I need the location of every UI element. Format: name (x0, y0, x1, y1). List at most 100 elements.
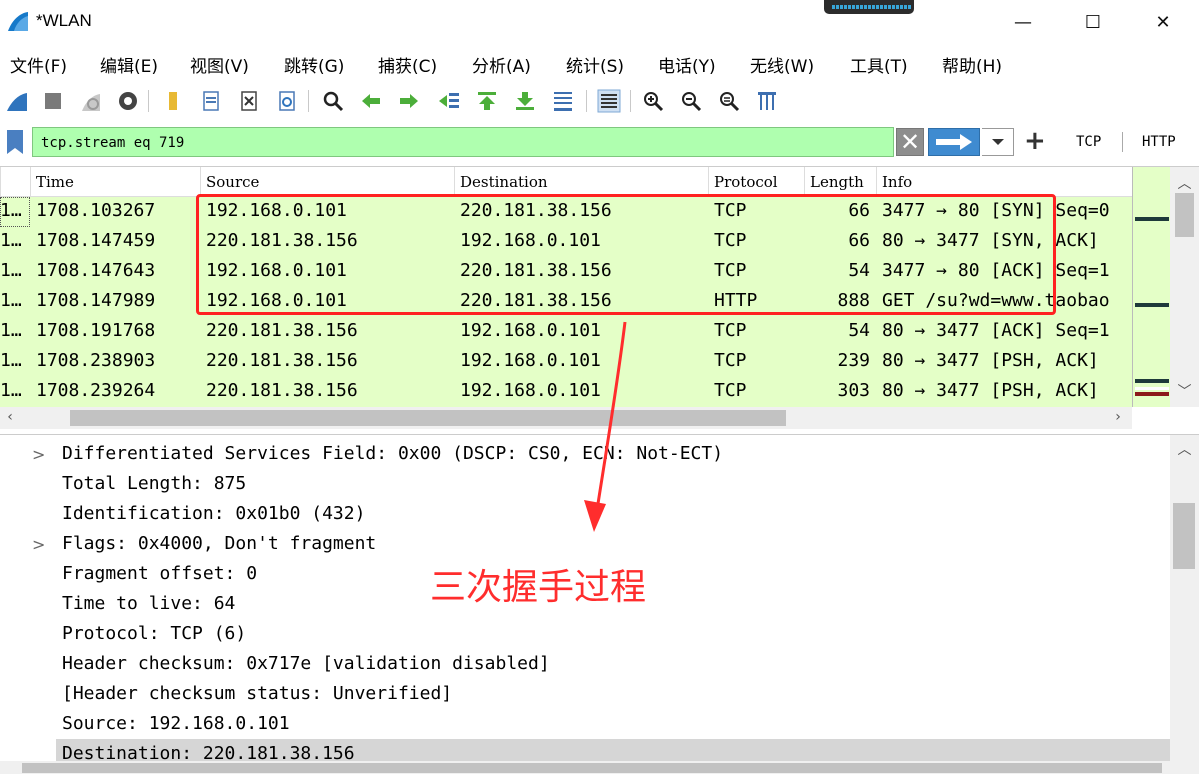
menu-item-3[interactable]: 跳转(G) (284, 52, 344, 77)
menu-item-8[interactable]: 无线(W) (750, 52, 814, 77)
packet-row[interactable]: 1… 1708.147643 192.168.0.101 220.181.38.156… (0, 257, 1132, 287)
detail-line[interactable]: Identification: 0x01b0 (432) (62, 499, 365, 529)
expand-chevron-icon[interactable]: > (32, 445, 45, 464)
packet-list-hscrollbar[interactable]: ‹ › (0, 407, 1132, 429)
packet-list-header: Time Source Destination Protocol Length … (0, 167, 1132, 197)
details-hscrollbar[interactable] (0, 761, 1199, 774)
go-back-button[interactable] (358, 88, 384, 114)
detail-line[interactable]: [Header checksum status: Unverified] (62, 679, 452, 709)
close-file-button[interactable] (236, 88, 262, 114)
detail-line[interactable]: Fragment offset: 0 (62, 559, 257, 589)
zoom-normal-button[interactable] (716, 88, 742, 114)
menu-item-5[interactable]: 分析(A) (472, 52, 531, 77)
display-filter-input[interactable]: tcp.stream eq 719 (32, 127, 894, 157)
io-graph-tick (848, 5, 851, 9)
packet-list-hscroll-thumb[interactable] (70, 410, 786, 426)
zoom-out-button[interactable] (678, 88, 704, 114)
scroll-left-icon[interactable]: ‹ (0, 409, 20, 425)
autoscroll-button[interactable] (550, 88, 576, 114)
column-header-protocol[interactable]: Protocol (708, 167, 804, 197)
column-header-no[interactable] (0, 167, 30, 197)
restart-capture-button[interactable] (78, 88, 104, 114)
add-filter-button[interactable]: + (1024, 126, 1046, 156)
io-graph-tick (876, 5, 879, 9)
detail-line[interactable]: Protocol: TCP (6) (62, 619, 246, 649)
column-header-length[interactable]: Length (804, 167, 876, 197)
packet-cell-protocol: HTTP (714, 290, 758, 311)
open-file-button[interactable] (160, 88, 186, 114)
detail-line[interactable]: Source: 192.168.0.101 (62, 709, 290, 739)
column-header-destination[interactable]: Destination (454, 167, 708, 197)
bookmark-icon[interactable] (4, 128, 26, 156)
column-header-source[interactable]: Source (200, 167, 454, 197)
packet-cell-destination: 192.168.0.101 (460, 350, 601, 371)
packet-cell-source: 192.168.0.101 (206, 200, 347, 221)
clear-filter-button[interactable]: ✕ (896, 128, 924, 156)
packet-row[interactable]: 1… 1708.103267 192.168.0.101 220.181.38.156… (0, 197, 1132, 227)
menu-item-10[interactable]: 帮助(H) (942, 52, 1002, 77)
zoom-normal-icon (720, 92, 740, 112)
go-first-button[interactable] (474, 88, 500, 114)
column-header-info[interactable]: Info (876, 167, 1132, 197)
scroll-down-icon[interactable]: ﹀ (1170, 381, 1199, 401)
packet-row[interactable]: 1… 1708.147989 192.168.0.101 220.181.38.156… (0, 287, 1132, 317)
go-last-button[interactable] (512, 88, 538, 114)
detail-line[interactable]: Differentiated Services Field: 0x00 (DSC… (62, 439, 723, 469)
filter-button-tcp[interactable]: TCP (1076, 134, 1101, 150)
menu-item-6[interactable]: 统计(S) (566, 52, 624, 77)
zoom-in-button[interactable] (640, 88, 666, 114)
reload-file-button[interactable] (274, 88, 300, 114)
find-packet-button[interactable] (320, 88, 346, 114)
start-capture-button[interactable] (4, 88, 30, 114)
column-header-time[interactable]: Time (30, 167, 200, 197)
save-file-icon (203, 91, 219, 111)
packet-cell-time: 1708.147989 (36, 290, 156, 311)
save-file-button[interactable] (198, 88, 224, 114)
scroll-right-icon[interactable]: › (1108, 409, 1128, 425)
filter-button-http[interactable]: HTTP (1142, 134, 1176, 150)
go-forward-button[interactable] (396, 88, 422, 114)
menu-item-9[interactable]: 工具(T) (850, 52, 908, 77)
minimap-mark (1135, 379, 1169, 383)
colorize-button[interactable] (596, 88, 622, 114)
filter-history-dropdown[interactable] (982, 128, 1014, 156)
packet-row[interactable]: 1… 1708.191768 220.181.38.156 192.168.0.101… (0, 317, 1132, 347)
packet-row[interactable]: 1… 1708.239264 220.181.38.156 192.168.0.101… (0, 377, 1132, 407)
packet-row[interactable]: 1… 1708.238903 220.181.38.156 192.168.0.101… (0, 347, 1132, 377)
go-to-packet-button[interactable] (436, 88, 462, 114)
display-filter-bar: tcp.stream eq 719 ✕ + TCP HTTP (0, 124, 1199, 160)
details-vscroll-thumb[interactable] (1173, 503, 1195, 569)
packet-minimap[interactable] (1132, 167, 1170, 407)
close-window-button[interactable]: ✕ (1140, 4, 1186, 40)
start-capture-icon (7, 93, 27, 111)
scroll-up-icon[interactable]: ︿ (1170, 439, 1199, 459)
detail-line[interactable]: Total Length: 875 (62, 469, 246, 499)
stop-capture-button[interactable] (40, 88, 66, 114)
menu-item-2[interactable]: 视图(V) (190, 52, 249, 77)
detail-line[interactable]: Header checksum: 0x717e [validation disa… (62, 649, 550, 679)
packet-row[interactable]: 1… 1708.147459 220.181.38.156 192.168.0.101… (0, 227, 1132, 257)
packet-list-vscrollbar[interactable]: ︿ ﹀ (1170, 167, 1199, 407)
details-vscrollbar[interactable]: ︿ (1170, 435, 1199, 765)
io-graph-tick (840, 5, 843, 9)
packet-cell-protocol: TCP (714, 200, 747, 221)
packet-cell-no: 1… (0, 230, 22, 251)
packet-cell-time: 1708.239264 (36, 380, 156, 401)
apply-filter-button[interactable] (928, 128, 980, 156)
packet-cell-time: 1708.103267 (36, 200, 156, 221)
menu-item-4[interactable]: 捕获(C) (378, 52, 437, 77)
menu-item-1[interactable]: 编辑(E) (100, 52, 158, 77)
detail-line[interactable]: Time to live: 64 (62, 589, 235, 619)
menu-item-7[interactable]: 电话(Y) (658, 52, 716, 77)
maximize-button[interactable]: ☐ (1070, 4, 1116, 40)
detail-line[interactable]: Flags: 0x4000, Don't fragment (62, 529, 376, 559)
scroll-up-icon[interactable]: ︿ (1170, 173, 1199, 193)
expand-chevron-icon[interactable]: > (32, 535, 45, 554)
io-graph-tick (856, 5, 859, 9)
minimize-button[interactable]: — (1000, 4, 1046, 40)
menu-item-0[interactable]: 文件(F) (10, 52, 67, 77)
resize-columns-button[interactable] (754, 88, 780, 114)
capture-options-button[interactable] (115, 88, 141, 114)
details-hscroll-thumb[interactable] (22, 763, 1162, 773)
packet-list-vscroll-thumb[interactable] (1175, 193, 1194, 237)
